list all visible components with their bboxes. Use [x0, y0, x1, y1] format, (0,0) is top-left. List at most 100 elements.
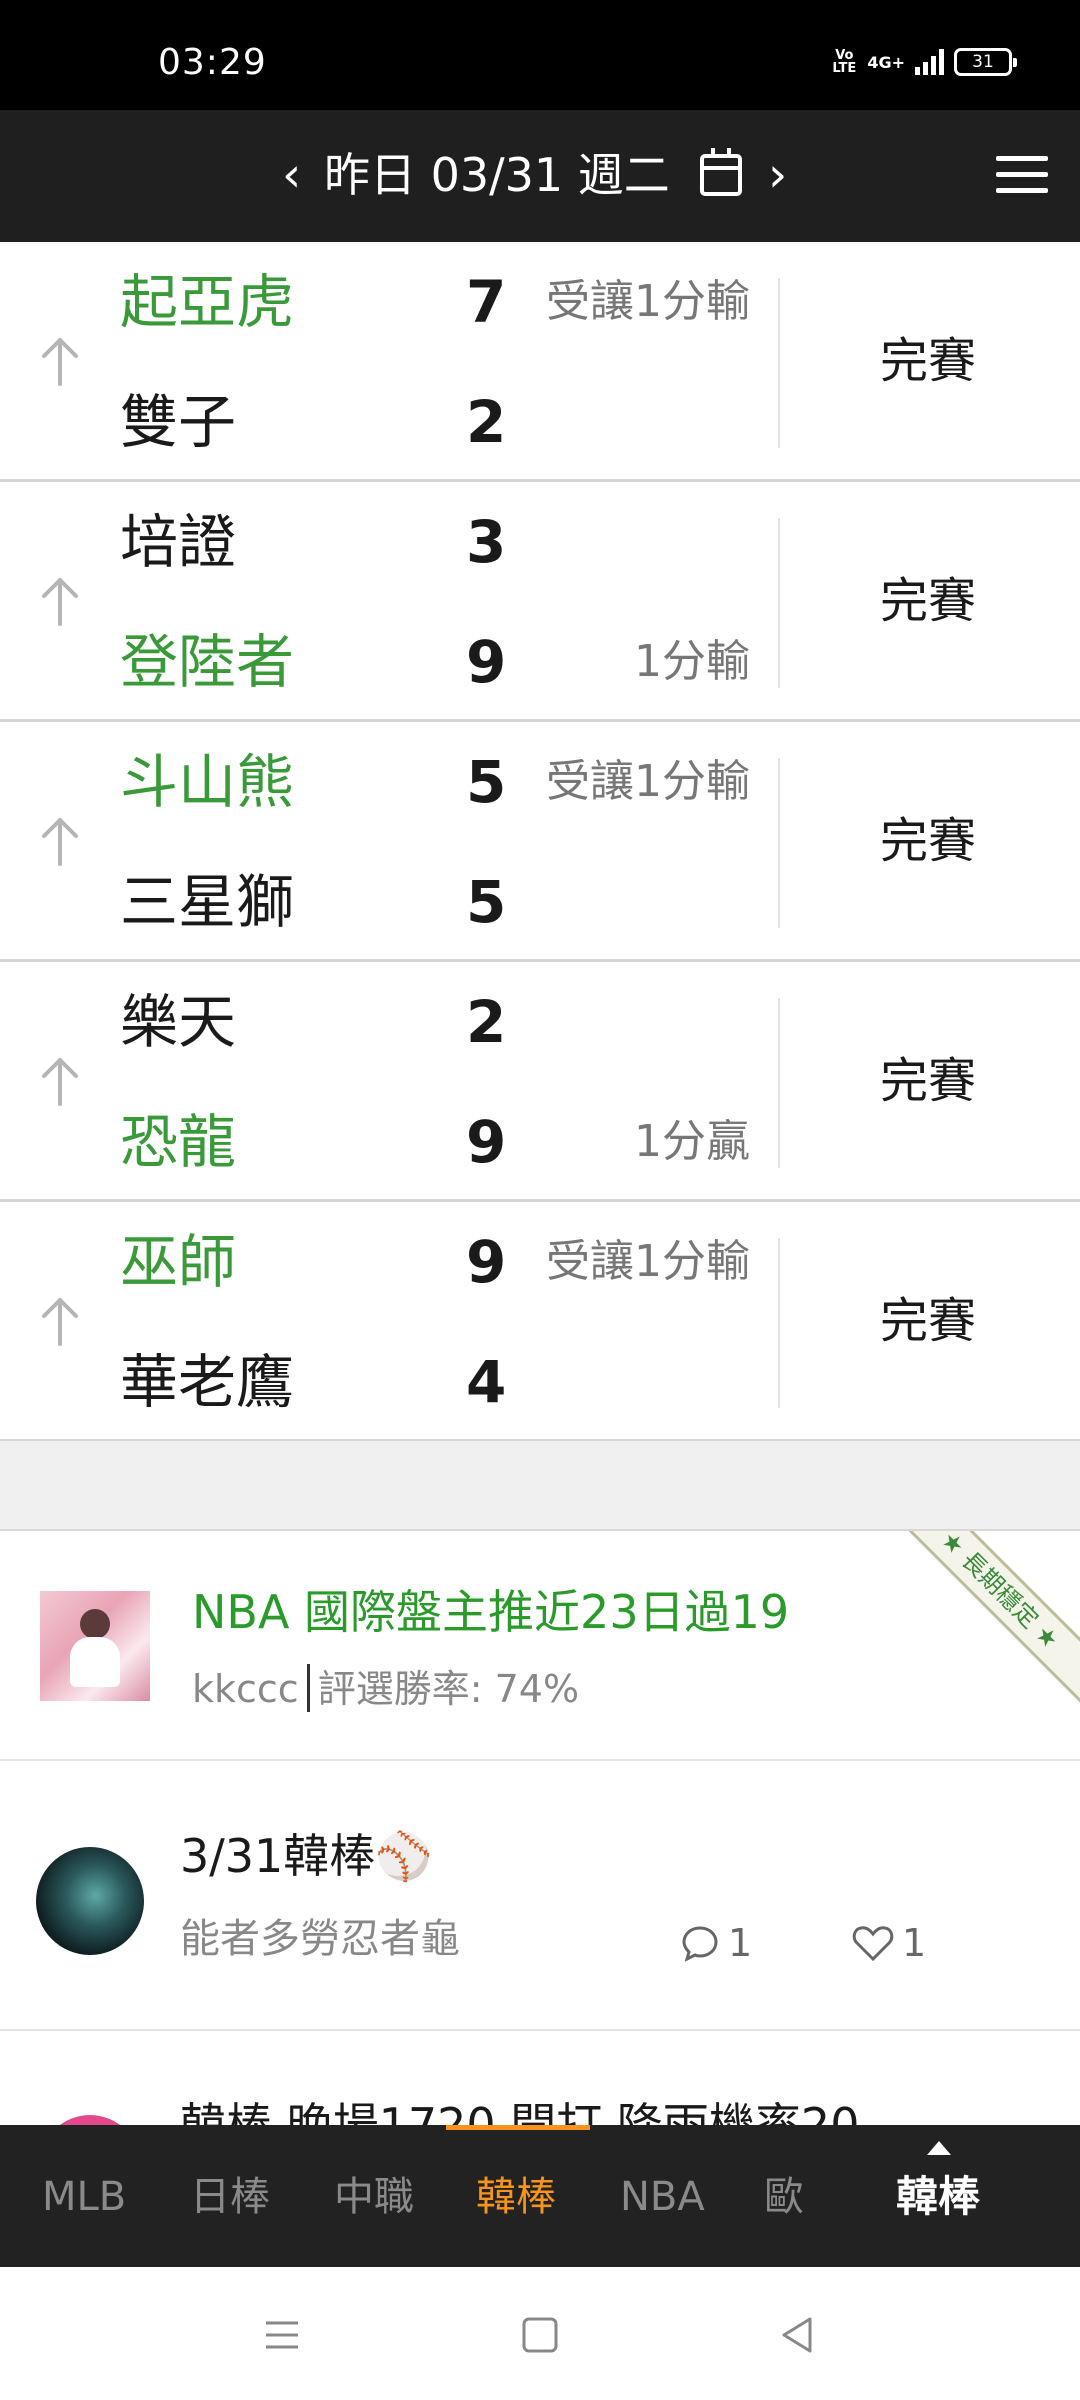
- status-icons: Vo LTE 4G+ 31: [831, 48, 1017, 76]
- league-tab-bar: MLB 日棒 中職 韓棒 NBA 歐 韓棒: [0, 2125, 1080, 2267]
- divider: [778, 278, 780, 448]
- team-name: 樂天: [120, 988, 237, 1056]
- team-name: 華老鷹: [120, 1348, 295, 1416]
- arrow-up-icon: [42, 338, 78, 386]
- post-item[interactable]: 3/31韓棒⚾ 能者多勞忍者龜 1 1: [0, 1761, 1080, 2031]
- avatar[interactable]: [36, 1847, 144, 1955]
- tab-kbo[interactable]: 韓棒: [476, 2169, 556, 2225]
- recent-apps-icon[interactable]: [252, 2307, 312, 2363]
- tab-npb[interactable]: 日棒: [190, 2169, 270, 2225]
- away-team-row: 起亞虎 7 受讓1分輸: [0, 262, 780, 342]
- network-type: 4G+: [867, 52, 905, 72]
- post-title: 韓棒 晚場1720 開打 降雨機率20: [180, 2098, 860, 2125]
- away-team-row: 樂天 2: [0, 982, 780, 1062]
- hamburger-menu-icon[interactable]: [996, 156, 1048, 196]
- tab-mlb[interactable]: MLB: [42, 2169, 126, 2225]
- game-status: 完賽: [880, 1293, 977, 1349]
- team-score: 5: [466, 868, 507, 936]
- game-status: 完賽: [880, 573, 977, 629]
- status-bar: 03:29 Vo LTE 4G+ 31: [0, 0, 1080, 110]
- chevron-right-icon[interactable]: ›: [768, 140, 787, 210]
- home-team-row: 雙子 2: [0, 382, 780, 462]
- team-score: 7: [466, 268, 507, 336]
- handicap-result: 1分贏: [634, 1116, 750, 1167]
- comment-count[interactable]: 1: [680, 1921, 752, 1965]
- section-divider: [0, 1441, 1080, 1531]
- divider: [778, 518, 780, 688]
- post-author: 能者多勞忍者龜: [180, 1916, 460, 1962]
- game-status: 完賽: [880, 1053, 977, 1109]
- battery-icon: 31: [954, 48, 1017, 76]
- tab-nba[interactable]: NBA: [620, 2169, 705, 2225]
- home-team-row: 恐龍 9 1分贏: [0, 1102, 780, 1182]
- team-score: 3: [466, 508, 507, 576]
- team-name: 恐龍: [120, 1108, 237, 1176]
- handicap-result: 受讓1分輸: [546, 1236, 750, 1287]
- promo-meta: kkccc 評選勝率: 74%: [192, 1659, 579, 1720]
- avatar: [40, 2115, 140, 2125]
- team-name: 三星獅: [120, 868, 295, 936]
- promo-title: NBA 國際盤主推近23日過19: [192, 1585, 790, 1639]
- divider: [778, 1238, 780, 1408]
- promo-separator: [306, 1663, 310, 1712]
- team-name: 培證: [120, 508, 237, 576]
- current-league-selector[interactable]: 韓棒: [896, 2169, 980, 2225]
- handicap-result: 1分輸: [634, 636, 750, 687]
- active-tab-indicator: [446, 2125, 590, 2130]
- stable-ribbon: ★ 長期穩定 ★: [877, 1531, 1080, 1713]
- arrow-up-icon: [42, 1058, 78, 1106]
- team-score: 4: [466, 1348, 507, 1416]
- app-screen: 03:29 Vo LTE 4G+ 31 ‹ 昨日 03/31 週二 › 起亞虎 7…: [0, 0, 1080, 2400]
- home-team-row: 華老鷹 4: [0, 1342, 780, 1422]
- comment-count-value: 1: [728, 1921, 753, 1965]
- handicap-result: 受讓1分輸: [546, 756, 750, 807]
- team-score: 9: [466, 1228, 507, 1296]
- game-row[interactable]: 斗山熊 5 受讓1分輸三星獅 5 完賽: [0, 722, 1080, 962]
- volte-icon: Vo LTE: [832, 48, 857, 76]
- team-name: 起亞虎: [120, 268, 295, 336]
- game-row[interactable]: 樂天 2 恐龍 9 1分贏 完賽: [0, 962, 1080, 1202]
- ribbon-label: 長期穩定: [956, 1546, 1044, 1634]
- promo-username[interactable]: kkccc: [192, 1667, 299, 1711]
- away-team-row: 斗山熊 5 受讓1分輸: [0, 742, 780, 822]
- system-navigation-bar: [0, 2267, 1080, 2400]
- team-score: 2: [466, 988, 507, 1056]
- team-name: 斗山熊: [120, 748, 295, 816]
- game-row[interactable]: 起亞虎 7 受讓1分輸雙子 2 完賽: [0, 242, 1080, 482]
- tab-cpbl[interactable]: 中職: [334, 2169, 414, 2225]
- divider: [778, 758, 780, 928]
- chevron-left-icon[interactable]: ‹: [282, 140, 301, 210]
- back-icon[interactable]: [768, 2307, 828, 2363]
- promo-thumbnail: [40, 1591, 150, 1701]
- away-team-row: 培證 3: [0, 502, 780, 582]
- game-row[interactable]: 培證 3 登陸者 9 1分輸 完賽: [0, 482, 1080, 722]
- promo-win-rate: 評選勝率: 74%: [317, 1667, 580, 1711]
- team-score: 2: [466, 388, 507, 456]
- arrow-up-icon: [42, 1298, 78, 1346]
- like-count[interactable]: 1: [852, 1921, 926, 1965]
- divider: [778, 998, 780, 1168]
- game-status: 完賽: [880, 813, 977, 869]
- team-name: 登陸者: [120, 628, 295, 696]
- game-status: 完賽: [880, 333, 977, 389]
- caret-up-icon: [927, 2141, 951, 2155]
- battery-level: 31: [972, 52, 994, 72]
- team-score: 9: [466, 1108, 507, 1176]
- date-header: ‹ 昨日 03/31 週二 ›: [0, 110, 1080, 242]
- arrow-up-icon: [42, 578, 78, 626]
- post-item-partial[interactable]: 韓棒 晚場1720 開打 降雨機率20: [0, 2031, 1080, 2125]
- like-count-value: 1: [902, 1921, 927, 1965]
- team-score: 9: [466, 628, 507, 696]
- home-icon[interactable]: [510, 2307, 570, 2363]
- home-team-row: 登陸者 9 1分輸: [0, 622, 780, 702]
- date-title[interactable]: 昨日 03/31 週二: [324, 140, 670, 210]
- signal-icon: [915, 49, 944, 75]
- game-row[interactable]: 巫師 9 受讓1分輸 華老鷹 4 完賽: [0, 1202, 1080, 1442]
- promo-card[interactable]: NBA 國際盤主推近23日過19 kkccc 評選勝率: 74% ★ 長期穩定 ★: [0, 1531, 1080, 1761]
- status-time: 03:29: [158, 42, 267, 83]
- tab-euro[interactable]: 歐: [764, 2169, 804, 2225]
- handicap-result: 受讓1分輸: [546, 276, 750, 327]
- calendar-icon[interactable]: [700, 148, 742, 196]
- away-team-row: 巫師 9 受讓1分輸: [0, 1222, 780, 1302]
- team-name: 雙子: [120, 388, 237, 456]
